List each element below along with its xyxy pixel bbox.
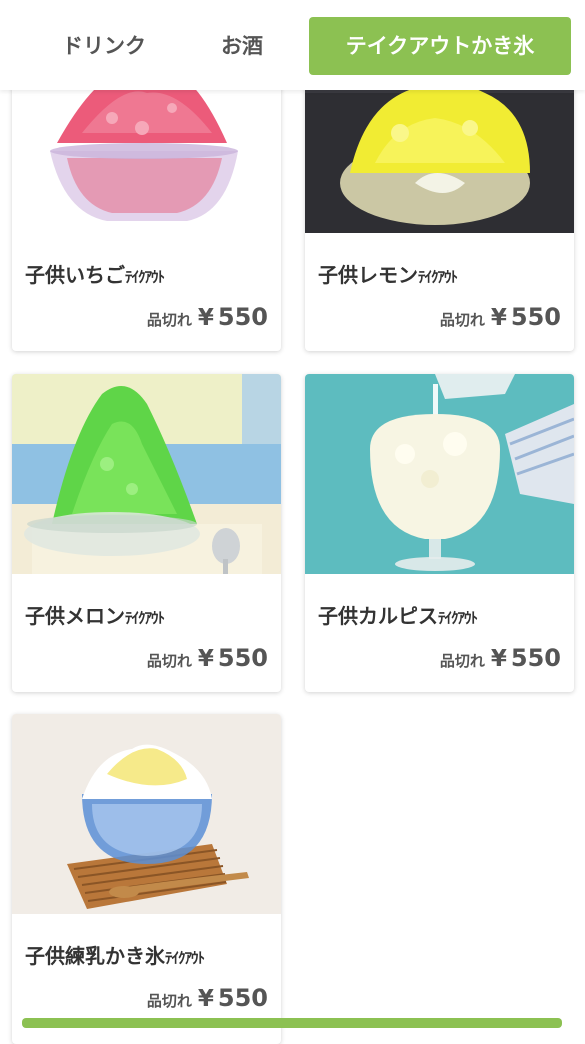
- tab-drinks[interactable]: ドリンク: [30, 17, 178, 75]
- sold-out-label: 品切れ: [439, 652, 485, 670]
- currency-symbol: ¥: [490, 646, 507, 672]
- price-value: 550: [217, 984, 268, 1012]
- sold-out-label: 品切れ: [146, 652, 192, 670]
- currency-symbol: ¥: [490, 305, 507, 331]
- tab-alcohol[interactable]: お酒: [182, 17, 302, 75]
- tab-takeout-shaved-ice[interactable]: テイクアウトかき氷: [309, 17, 571, 75]
- price-line: 品切れ ¥550: [147, 303, 268, 331]
- product-name: 子供練乳かき氷ﾃｲｸｱｳﾄ: [25, 944, 205, 968]
- product-image-condensed-milk: [12, 714, 281, 914]
- product-image-melon: [12, 374, 281, 574]
- product-card[interactable]: 子供メロンﾃｲｸｱｳﾄ 品切れ ¥550: [12, 374, 281, 692]
- currency-symbol: ¥: [197, 986, 214, 1012]
- currency-symbol: ¥: [197, 646, 214, 672]
- price-value: 550: [217, 303, 268, 331]
- category-tabbar: ドリンク お酒 テイクアウトかき氷: [0, 0, 585, 90]
- bottom-action-bar[interactable]: [22, 1018, 562, 1028]
- sold-out-label: 品切れ: [146, 311, 192, 329]
- product-name: 子供カルピスﾃｲｸｱｳﾄ: [318, 604, 478, 628]
- sold-out-label: 品切れ: [146, 992, 192, 1010]
- product-name: 子供メロンﾃｲｸｱｳﾄ: [25, 604, 165, 628]
- price-line: 品切れ ¥550: [147, 984, 268, 1012]
- product-card[interactable]: 子供カルピスﾃｲｸｱｳﾄ 品切れ ¥550: [305, 374, 574, 692]
- sold-out-label: 品切れ: [439, 311, 485, 329]
- price-line: 品切れ ¥550: [440, 303, 561, 331]
- price-value: 550: [217, 644, 268, 672]
- currency-symbol: ¥: [197, 305, 214, 331]
- product-card[interactable]: 子供練乳かき氷ﾃｲｸｱｳﾄ 品切れ ¥550: [12, 714, 281, 1044]
- price-line: 品切れ ¥550: [440, 644, 561, 672]
- product-name: 子供レモンﾃｲｸｱｳﾄ: [318, 263, 458, 287]
- product-name: 子供いちごﾃｲｸｱｳﾄ: [25, 263, 165, 287]
- price-value: 550: [510, 303, 561, 331]
- product-image-calpis: [305, 374, 574, 574]
- price-value: 550: [510, 644, 561, 672]
- price-line: 品切れ ¥550: [147, 644, 268, 672]
